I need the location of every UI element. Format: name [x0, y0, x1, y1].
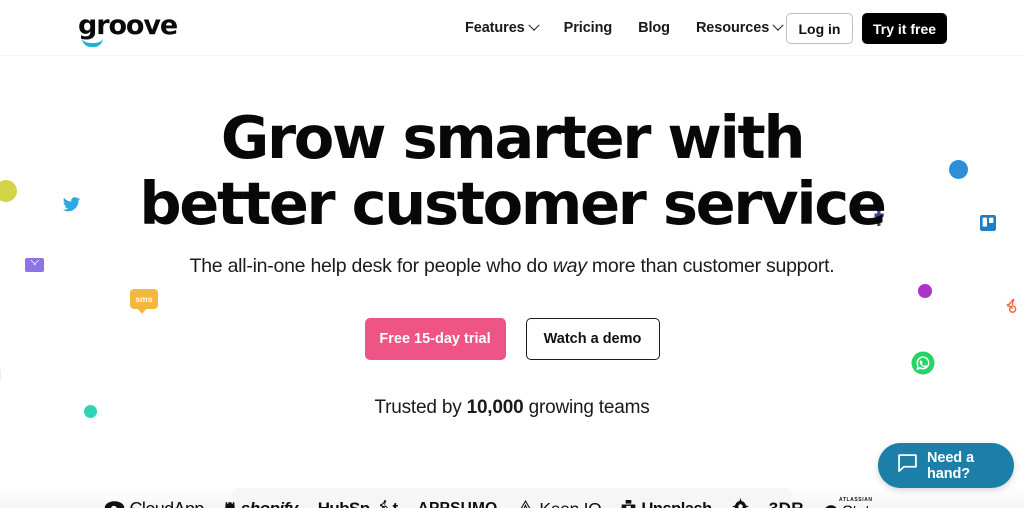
logo-label-unsplash: Unsplash: [641, 500, 712, 508]
try-it-free-button[interactable]: Try it free: [862, 13, 947, 44]
logo-label-appsumo: APPSUMO: [418, 500, 498, 508]
hero-headline: Grow smarter with better customer servic…: [0, 105, 1024, 237]
compass-rose-icon: [731, 498, 749, 508]
nav-item-pricing[interactable]: Pricing: [551, 20, 625, 36]
headline-line-2: better customer service: [139, 169, 887, 238]
chat-widget-button[interactable]: Need a hand?: [878, 443, 1014, 488]
logo-appsumo: APPSUMO: [418, 500, 498, 508]
logo-unsplash: Unsplash: [621, 499, 712, 508]
nav-label-features: Features: [465, 20, 525, 36]
nav-item-resources[interactable]: Resources: [683, 19, 795, 36]
nav-item-features[interactable]: Features: [452, 19, 551, 36]
hero-subheadline: The all-in-one help desk for people who …: [0, 253, 1024, 279]
trusted-suffix: growing teams: [523, 397, 650, 418]
trusted-by-text: Trusted by 10,000 growing teams: [0, 397, 1024, 419]
hero-section: sms Grow smarter with better customer se…: [0, 56, 1024, 508]
keenio-triangle-icon: [517, 499, 534, 508]
logo-label-shopify: shopify: [241, 499, 298, 508]
nav-label-pricing: Pricing: [563, 20, 613, 36]
nav-label-blog: Blog: [638, 20, 670, 36]
subhead-emphasis: way: [552, 255, 587, 277]
logo-wordmark: groove: [78, 10, 178, 41]
statuspage-icon: [824, 503, 838, 508]
purple-dot-icon: [918, 284, 932, 298]
shopify-bag-icon: [224, 499, 236, 508]
logo-compass-mark: [731, 498, 749, 508]
logo-shopify: shopify: [224, 499, 298, 508]
customer-logo-strip: CloudApp shopify HubSp: [0, 494, 1024, 508]
chat-bubble-icon: [897, 453, 918, 479]
logo-label-cloudapp: CloudApp: [130, 499, 205, 508]
free-trial-button[interactable]: Free 15-day trial: [364, 318, 506, 360]
logo-statuspage: ATLASSIAN Statuspage: [824, 497, 921, 508]
nav-label-resources: Resources: [695, 20, 770, 36]
logo-keenio: Keen IO: [517, 499, 602, 508]
chevron-down-icon: [527, 19, 540, 31]
sms-bubble-icon: sms: [130, 289, 158, 314]
logo-label-statuspage: Statuspage: [842, 503, 921, 508]
logo-label-keenio: Keen IO: [539, 499, 601, 508]
logo-label-hubspot-tail: t: [393, 499, 399, 508]
watch-demo-button[interactable]: Watch a demo: [525, 318, 660, 360]
statuspage-row: Statuspage: [824, 503, 921, 508]
hubspot-sprocket-icon: [374, 499, 389, 508]
logo-label-hubspot: HubSp: [318, 499, 370, 508]
trusted-prefix: Trusted by: [374, 397, 467, 418]
logo-3dr: 3DR: [769, 499, 804, 508]
logo-label-3dr: 3DR: [769, 499, 804, 508]
groove-logo[interactable]: groove: [78, 10, 186, 47]
subhead-text-after: more than customer support.: [586, 255, 835, 277]
chat-widget-label: Need a hand?: [927, 449, 974, 482]
pink-mark-icon: [0, 361, 10, 383]
main-nav: Features Pricing Blog Resources: [452, 0, 795, 56]
trusted-count: 10,000: [466, 397, 524, 418]
logo-hubspot: HubSp t: [318, 499, 398, 508]
hubspot-icon: [1000, 297, 1018, 315]
camera-icon: [621, 499, 636, 508]
site-header: groove Features Pricing Blog Resources L…: [0, 0, 1024, 56]
headline-line-1: Grow smarter with: [220, 103, 806, 172]
logo-smile-icon: [82, 38, 103, 47]
nav-item-blog[interactable]: Blog: [625, 20, 683, 36]
cloud-icon: [104, 499, 125, 508]
login-button[interactable]: Log in: [786, 13, 853, 44]
hero-cta-row: Free 15-day trial Watch a demo: [0, 318, 1024, 360]
chevron-down-icon: [772, 19, 784, 31]
logo-cloudapp: CloudApp: [104, 499, 204, 508]
subhead-text-before: The all-in-one help desk for people who …: [189, 255, 553, 277]
